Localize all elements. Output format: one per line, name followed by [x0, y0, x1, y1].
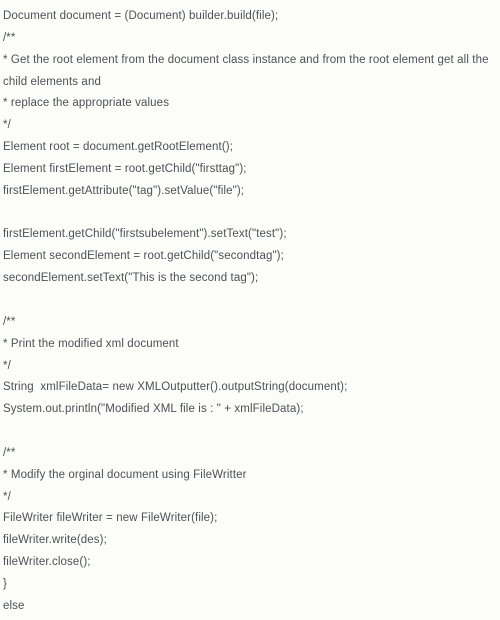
code-line — [3, 203, 497, 225]
code-line: fileWriter.close(); — [3, 552, 497, 574]
code-line: Element root = document.getRootElement()… — [3, 137, 497, 159]
code-line: } — [3, 574, 497, 596]
code-line — [3, 421, 497, 443]
code-line: fileWriter.write(des); — [3, 530, 497, 552]
code-line — [3, 290, 497, 312]
code-line: */ — [3, 115, 497, 137]
code-line: */ — [3, 356, 497, 378]
code-line: */ — [3, 487, 497, 509]
code-block: Document document = (Document) builder.b… — [3, 6, 497, 618]
code-line: Element secondElement = root.getChild("s… — [3, 246, 497, 268]
code-line: * Modify the orginal document using File… — [3, 465, 497, 487]
code-line: * Get the root element from the document… — [3, 50, 497, 94]
code-line: firstElement.getAttribute("tag").setValu… — [3, 181, 497, 203]
code-line: /** — [3, 443, 497, 465]
code-line: else — [3, 596, 497, 618]
code-line: String xmlFileData= new XMLOutputter().o… — [3, 377, 497, 399]
code-line: /** — [3, 28, 497, 50]
code-line: FileWriter fileWriter = new FileWriter(f… — [3, 508, 497, 530]
code-line: secondElement.setText("This is the secon… — [3, 268, 497, 290]
code-line: System.out.println("Modified XML file is… — [3, 399, 497, 421]
code-line: Element firstElement = root.getChild("fi… — [3, 159, 497, 181]
code-line: Document document = (Document) builder.b… — [3, 6, 497, 28]
code-line: /** — [3, 312, 497, 334]
code-line: * replace the appropriate values — [3, 93, 497, 115]
code-line: * Print the modified xml document — [3, 334, 497, 356]
code-line: firstElement.getChild("firstsubelement")… — [3, 224, 497, 246]
